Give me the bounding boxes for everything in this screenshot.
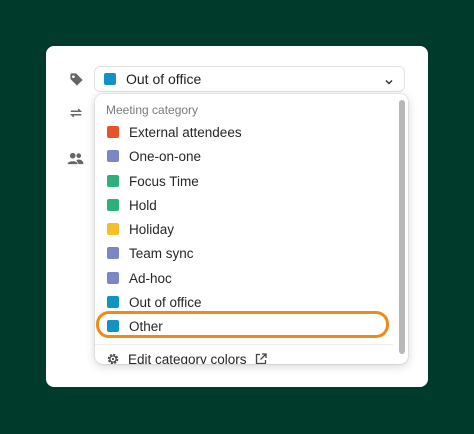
menu-item-one-on-one[interactable]: One-on-one	[95, 144, 393, 168]
menu-item-label: Team sync	[129, 245, 194, 261]
menu-item-team-sync[interactable]: Team sync	[95, 241, 393, 265]
menu-item-external-attendees[interactable]: External attendees	[95, 120, 393, 144]
menu-item-holiday[interactable]: Holiday	[95, 217, 393, 241]
category-swatch	[107, 175, 119, 187]
edit-category-colors-link[interactable]: Edit category colors	[106, 350, 267, 364]
gear-icon	[106, 352, 120, 364]
menu-scrollbar[interactable]	[396, 94, 408, 364]
tag-icon	[68, 71, 84, 87]
repeat-icon	[68, 105, 84, 121]
category-swatch	[107, 199, 119, 211]
category-swatch	[107, 126, 119, 138]
category-swatch	[107, 223, 119, 235]
selected-category-label: Out of office	[126, 71, 202, 87]
chevron-down-icon	[384, 74, 394, 92]
menu-item-label: Other	[129, 318, 163, 334]
menu-item-label: Holiday	[129, 221, 175, 237]
menu-item-focus-time[interactable]: Focus Time	[95, 169, 393, 193]
menu-item-label: External attendees	[129, 124, 242, 140]
menu-item-label: Out of office	[129, 294, 202, 310]
menu-item-label: One-on-one	[129, 148, 202, 164]
menu-header: Meeting category	[106, 103, 199, 117]
category-swatch	[107, 296, 119, 308]
menu-item-other[interactable]: Other	[95, 314, 393, 338]
category-select[interactable]: Out of office	[94, 66, 405, 92]
menu-item-label: Focus Time	[129, 173, 199, 189]
category-dropdown-menu: Meeting category External attendees One-…	[95, 94, 408, 364]
menu-item-ad-hoc[interactable]: Ad-hoc	[95, 266, 393, 290]
people-icon	[66, 150, 84, 166]
category-swatch	[107, 272, 119, 284]
edit-category-colors-label: Edit category colors	[128, 351, 247, 365]
menu-divider	[95, 344, 393, 345]
external-link-icon	[255, 353, 267, 364]
menu-item-label: Hold	[129, 197, 157, 213]
scrollbar-thumb[interactable]	[399, 100, 405, 354]
menu-item-label: Ad-hoc	[129, 270, 172, 286]
selected-category-swatch	[104, 73, 116, 85]
menu-item-hold[interactable]: Hold	[95, 193, 393, 217]
menu-item-out-of-office[interactable]: Out of office	[95, 290, 393, 314]
category-swatch	[107, 320, 119, 332]
category-swatch	[107, 247, 119, 259]
category-swatch	[107, 150, 119, 162]
